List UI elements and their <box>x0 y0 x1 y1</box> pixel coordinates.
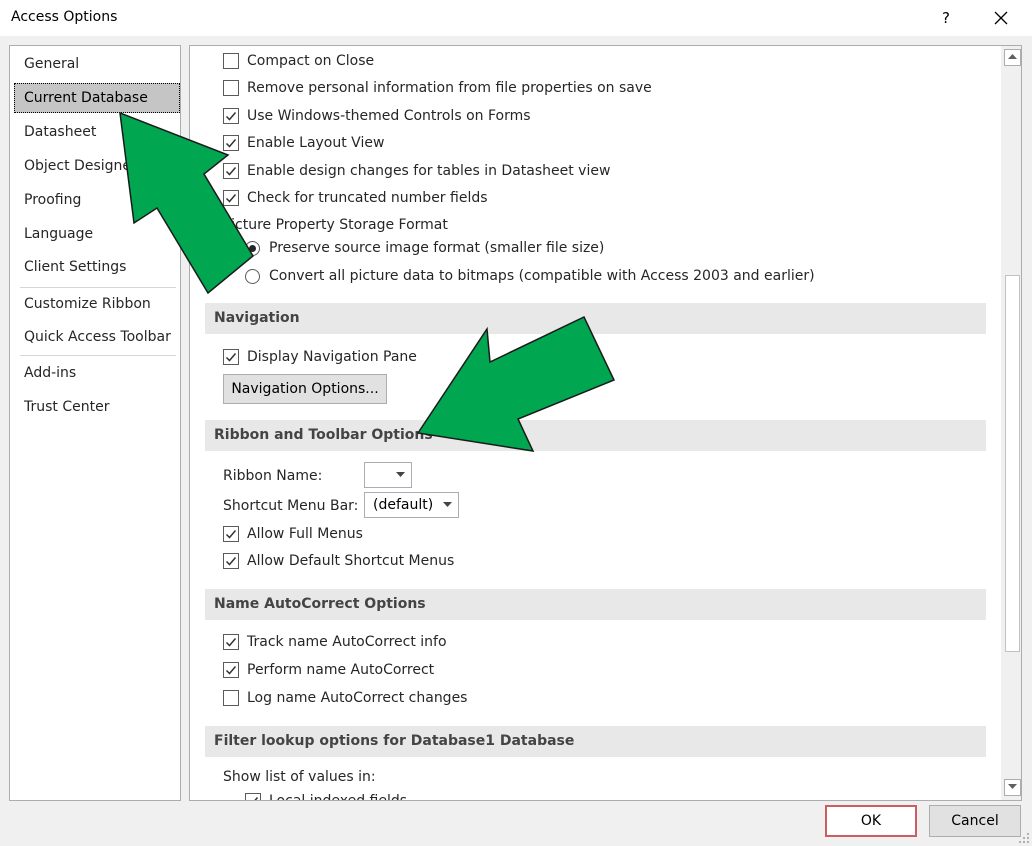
close-icon <box>994 11 1008 25</box>
resize-grip-icon[interactable] <box>1019 833 1030 844</box>
options-content: Compact on Close Remove personal informa… <box>190 46 1000 800</box>
allow-full-menus-label: Allow Full Menus <box>247 526 363 542</box>
track-autocorrect-label: Track name AutoCorrect info <box>247 634 447 650</box>
enable-design-changes-label: Enable design changes for tables in Data… <box>247 163 611 179</box>
arrow-down-icon <box>1008 784 1017 789</box>
autocorrect-section-header: Name AutoCorrect Options <box>205 589 986 620</box>
ribbon-name-dropdown[interactable] <box>364 462 412 488</box>
checkmark-icon <box>225 557 237 566</box>
enable-layout-view-checkbox[interactable] <box>223 135 239 151</box>
checkmark-icon <box>225 194 237 203</box>
check-truncated-checkbox[interactable] <box>223 190 239 206</box>
convert-bitmaps-radio[interactable] <box>245 269 260 284</box>
convert-bitmaps-label: Convert all picture data to bitmaps (com… <box>269 268 815 284</box>
checkmark-icon <box>225 353 237 362</box>
perform-autocorrect-checkbox[interactable] <box>223 662 239 678</box>
scroll-down-button[interactable] <box>1004 779 1021 796</box>
check-truncated-label: Check for truncated number fields <box>247 190 488 206</box>
checkmark-icon <box>225 139 237 148</box>
chevron-down-icon <box>443 502 452 507</box>
checkmark-icon <box>225 666 237 675</box>
log-autocorrect-label: Log name AutoCorrect changes <box>247 690 468 706</box>
checkmark-icon <box>254 797 259 800</box>
ok-button[interactable]: OK <box>825 805 917 837</box>
display-nav-pane-label: Display Navigation Pane <box>247 349 417 365</box>
allow-default-shortcut-checkbox[interactable] <box>223 553 239 569</box>
window-title: Access Options <box>11 9 118 25</box>
ribbon-section-header: Ribbon and Toolbar Options <box>205 420 986 451</box>
sidebar-item-client-settings[interactable]: Client Settings <box>14 252 180 282</box>
track-autocorrect-checkbox[interactable] <box>223 634 239 650</box>
show-list-label: Show list of values in: <box>223 769 376 785</box>
sidebar-item-quick-access-toolbar[interactable]: Quick Access Toolbar <box>14 322 180 352</box>
vertical-scrollbar[interactable] <box>1001 46 1021 800</box>
navigation-section-header: Navigation <box>205 303 986 334</box>
sidebar-divider <box>20 287 176 288</box>
checkmark-icon <box>225 167 237 176</box>
help-button[interactable]: ? <box>932 4 960 32</box>
options-panel: Compact on Close Remove personal informa… <box>189 45 1022 801</box>
navigation-options-button[interactable]: Navigation Options... <box>223 374 387 404</box>
checkmark-icon <box>225 638 237 647</box>
sidebar-item-current-database[interactable]: Current Database <box>14 83 180 113</box>
sidebar-item-trust-center[interactable]: Trust Center <box>14 392 180 422</box>
enable-layout-view-label: Enable Layout View <box>247 135 385 151</box>
shortcut-menu-label: Shortcut Menu Bar: <box>223 498 359 514</box>
windows-themed-controls-checkbox[interactable] <box>223 108 239 124</box>
title-bar: Access Options ? <box>0 0 1032 36</box>
checkmark-icon <box>225 530 237 539</box>
allow-full-menus-checkbox[interactable] <box>223 526 239 542</box>
ribbon-name-label: Ribbon Name: <box>223 468 323 484</box>
radio-dot-icon <box>249 245 256 252</box>
remove-personal-info-checkbox[interactable] <box>223 80 239 96</box>
sidebar-item-customize-ribbon[interactable]: Customize Ribbon <box>14 289 180 319</box>
sidebar-item-add-ins[interactable]: Add-ins <box>14 358 180 388</box>
sidebar-divider <box>20 355 176 356</box>
compact-on-close-label: Compact on Close <box>247 53 375 69</box>
sidebar-item-datasheet[interactable]: Datasheet <box>14 117 180 147</box>
scroll-up-button[interactable] <box>1004 49 1021 66</box>
filter-section-header: Filter lookup options for Database1 Data… <box>205 726 986 757</box>
chevron-down-icon <box>396 472 405 477</box>
compact-on-close-checkbox[interactable] <box>223 53 239 69</box>
shortcut-menu-dropdown[interactable]: (default) <box>364 492 459 518</box>
shortcut-menu-value: (default) <box>373 497 434 513</box>
preserve-format-radio[interactable] <box>245 241 260 256</box>
sidebar-item-general[interactable]: General <box>14 49 180 79</box>
close-button[interactable] <box>986 4 1016 32</box>
options-category-list: General Current Database Datasheet Objec… <box>9 45 181 801</box>
local-indexed-label: Local indexed fields <box>269 790 407 800</box>
checkmark-icon <box>225 112 237 121</box>
enable-design-changes-checkbox[interactable] <box>223 163 239 179</box>
preserve-format-label: Preserve source image format (smaller fi… <box>269 240 605 256</box>
sidebar-item-language[interactable]: Language <box>14 219 180 249</box>
allow-default-shortcut-label: Allow Default Shortcut Menus <box>247 553 455 569</box>
sidebar-item-object-designers[interactable]: Object Designers <box>14 151 180 181</box>
remove-personal-info-label: Remove personal information from file pr… <box>247 80 652 96</box>
log-autocorrect-checkbox[interactable] <box>223 690 239 706</box>
windows-themed-controls-label: Use Windows-themed Controls on Forms <box>247 108 531 124</box>
arrow-up-icon <box>1008 54 1017 59</box>
local-indexed-checkbox[interactable] <box>245 793 261 800</box>
display-nav-pane-checkbox[interactable] <box>223 349 239 365</box>
sidebar-item-proofing[interactable]: Proofing <box>14 185 180 215</box>
picture-storage-label: Picture Property Storage Format <box>223 217 448 233</box>
scroll-thumb[interactable] <box>1005 275 1020 652</box>
cancel-button[interactable]: Cancel <box>929 805 1021 837</box>
perform-autocorrect-label: Perform name AutoCorrect <box>247 662 435 678</box>
